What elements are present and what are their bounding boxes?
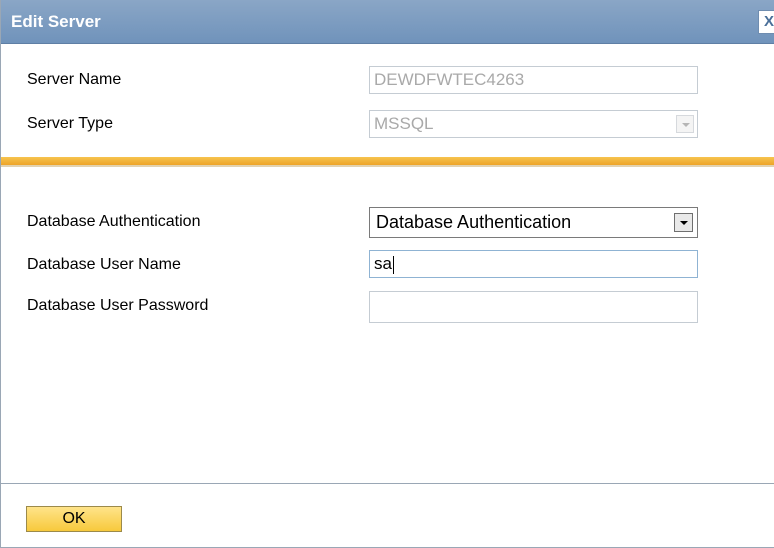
server-type-label: Server Type [27, 115, 113, 132]
close-button[interactable]: X [758, 10, 774, 34]
close-icon[interactable]: X [764, 13, 774, 30]
edit-server-dialog: Edit Server X Server Name DEWDFWTEC4263 … [0, 0, 774, 548]
database-authentication-select[interactable]: Database Authentication [369, 207, 698, 238]
database-user-name-value: sa [374, 254, 392, 273]
section-divider [1, 157, 774, 167]
server-type-value: MSSQL [374, 114, 434, 133]
server-name-field: DEWDFWTEC4263 [369, 66, 698, 94]
chevron-down-icon[interactable] [674, 213, 693, 232]
title-bar: Edit Server X [1, 0, 774, 44]
server-type-select: MSSQL [369, 110, 698, 138]
dialog-title: Edit Server [11, 12, 101, 31]
server-name-label: Server Name [27, 71, 122, 88]
text-cursor [392, 255, 394, 274]
database-user-name-input[interactable]: sa [369, 250, 698, 278]
database-user-password-input[interactable] [369, 291, 698, 323]
footer-separator [1, 483, 774, 484]
database-user-name-label: Database User Name [27, 256, 181, 273]
database-authentication-value: Database Authentication [376, 212, 572, 232]
database-user-password-label: Database User Password [27, 297, 209, 314]
chevron-down-icon [676, 115, 694, 133]
ok-button[interactable]: OK [26, 506, 122, 532]
database-authentication-label: Database Authentication [27, 213, 201, 230]
